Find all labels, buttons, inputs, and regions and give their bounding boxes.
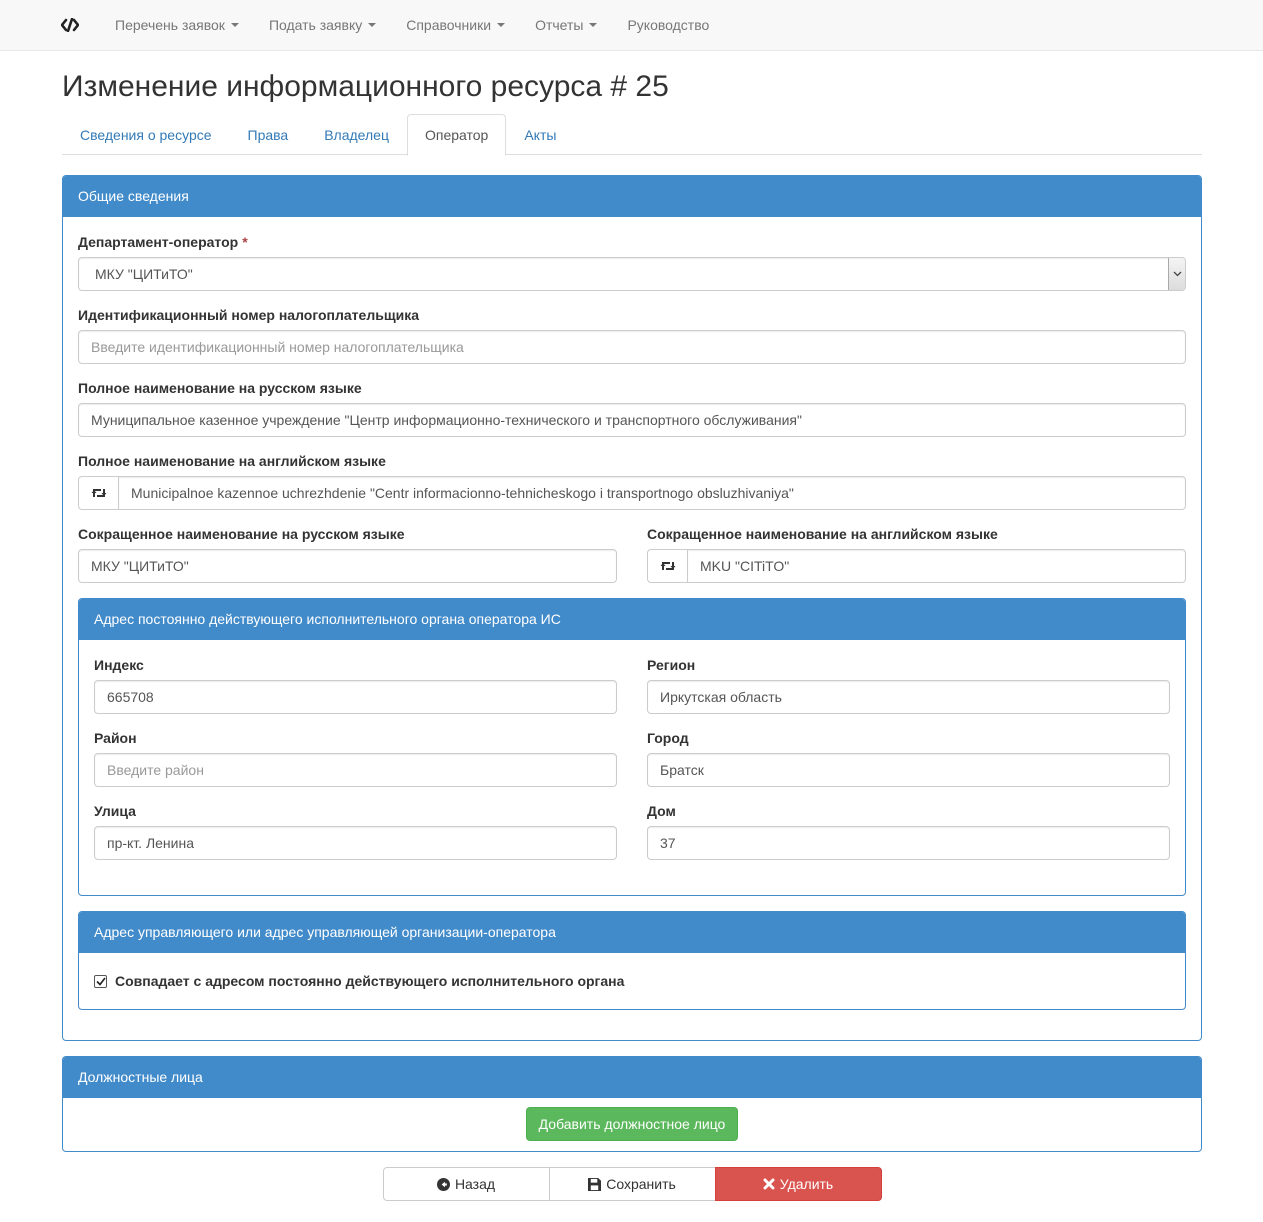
nav-label: Перечень заявок	[115, 17, 225, 33]
form-actions: Назад Сохранить Удалить	[62, 1167, 1202, 1201]
main-container: Изменение информационного ресурса # 25 С…	[62, 51, 1202, 1201]
tab-resource-info[interactable]: Сведения о ресурсе	[62, 114, 230, 155]
short-name-ru-label: Сокращенное наименование на русском язык…	[78, 526, 405, 542]
city-input[interactable]: Братск	[647, 753, 1170, 787]
inn-input[interactable]: Введите идентификационный номер налогопл…	[78, 330, 1186, 364]
full-name-ru-input[interactable]: Муниципальное казенное учреждение "Центр…	[78, 403, 1186, 437]
arrow-circle-left-icon	[436, 1177, 450, 1191]
same-address-label: Совпадает с адресом постоянно действующе…	[115, 973, 625, 989]
add-official-button[interactable]: Добавить должностное лицо	[525, 1107, 739, 1141]
street-input[interactable]: пр-кт. Ленина	[94, 826, 617, 860]
nav-label: Отчеты	[535, 17, 584, 33]
house-input[interactable]: 37	[647, 826, 1170, 860]
required-mark: *	[242, 234, 248, 250]
short-name-en-label: Сокращенное наименование на английском я…	[647, 526, 998, 542]
address-panel: Адрес постоянно действующего исполнитель…	[78, 598, 1186, 896]
remove-icon	[763, 1178, 775, 1190]
house-label: Дом	[647, 803, 676, 819]
officials-heading: Должностные лица	[63, 1057, 1201, 1098]
department-label-text: Департамент-оператор	[78, 234, 239, 250]
caret-down-icon	[497, 23, 506, 27]
retweet-icon[interactable]	[78, 476, 118, 510]
tab-operator[interactable]: Оператор	[406, 114, 507, 156]
department-select[interactable]: МКУ "ЦИТиТО"	[78, 257, 1186, 291]
save-button[interactable]: Сохранить	[548, 1167, 716, 1201]
manager-address-panel: Адрес управляющего или адрес управляющей…	[78, 911, 1186, 1010]
floppy-disk-icon	[588, 1177, 602, 1191]
back-label: Назад	[454, 1176, 496, 1192]
general-info-heading: Общие сведения	[63, 176, 1201, 217]
save-label: Сохранить	[606, 1176, 676, 1192]
nav-submit-request[interactable]: Подать заявку	[254, 0, 391, 50]
nav-label: Руководство	[627, 17, 710, 33]
street-label: Улица	[94, 803, 136, 819]
short-name-en-input[interactable]: MKU "CITiTO"	[687, 549, 1186, 583]
district-input[interactable]: Введите район	[94, 753, 617, 787]
city-label: Город	[647, 730, 689, 746]
caret-down-icon	[368, 23, 377, 27]
address-heading: Адрес постоянно действующего исполнитель…	[79, 599, 1185, 640]
check-icon[interactable]	[94, 974, 107, 988]
top-navbar: Перечень заявок Подать заявку Справочник…	[0, 0, 1263, 51]
full-name-en-label: Полное наименование на английском языке	[78, 453, 386, 469]
index-label: Индекс	[94, 657, 144, 673]
short-name-ru-input[interactable]: МКУ "ЦИТиТО"	[78, 549, 617, 583]
nav-references[interactable]: Справочники	[391, 0, 520, 50]
nav-label: Справочники	[406, 17, 492, 33]
same-address-checkbox[interactable]: Совпадает с адресом постоянно действующе…	[94, 971, 1170, 991]
officials-panel: Должностные лица Добавить должностное ли…	[62, 1056, 1202, 1152]
department-label: Департамент-оператор *	[78, 233, 1186, 252]
caret-down-icon	[230, 23, 239, 27]
nav-manual[interactable]: Руководство	[612, 0, 724, 50]
district-label: Район	[94, 730, 137, 746]
full-name-en-input[interactable]: Municipalnoe kazennoe uchrezhdenie "Cent…	[118, 476, 1186, 510]
tab-acts[interactable]: Акты	[506, 114, 574, 155]
tab-bar: Сведения о ресурсе Права Владелец Операт…	[62, 114, 1202, 156]
nav-label: Подать заявку	[268, 17, 363, 33]
tab-rights[interactable]: Права	[230, 114, 307, 155]
nav-reports[interactable]: Отчеты	[520, 0, 612, 50]
manager-address-heading: Адрес управляющего или адрес управляющей…	[79, 912, 1185, 953]
delete-label: Удалить	[779, 1176, 834, 1192]
page-title: Изменение информационного ресурса # 25	[62, 70, 669, 103]
inn-label: Идентификационный номер налогоплательщик…	[78, 307, 420, 323]
full-name-en-group: Municipalnoe kazennoe uchrezhdenie "Cent…	[78, 476, 1186, 510]
chevron-down-icon	[1168, 258, 1185, 290]
short-name-en-group: MKU "CITiTO"	[647, 549, 1186, 583]
back-button[interactable]: Назад	[382, 1167, 550, 1201]
region-label: Регион	[647, 657, 696, 673]
full-name-ru-label: Полное наименование на русском языке	[78, 380, 362, 396]
department-select-value: МКУ "ЦИТиТО"	[95, 266, 193, 282]
nav-requests-list[interactable]: Перечень заявок	[100, 0, 254, 50]
index-input[interactable]: 665708	[94, 680, 617, 714]
caret-down-icon	[589, 23, 598, 27]
region-input[interactable]: Иркутская область	[647, 680, 1170, 714]
tab-owner[interactable]: Владелец	[306, 114, 407, 155]
general-info-panel: Общие сведения Департамент-оператор * МКУ…	[62, 175, 1202, 1041]
brand-logo-icon[interactable]	[61, 15, 81, 35]
retweet-icon[interactable]	[647, 549, 687, 583]
delete-button[interactable]: Удалить	[714, 1167, 882, 1201]
